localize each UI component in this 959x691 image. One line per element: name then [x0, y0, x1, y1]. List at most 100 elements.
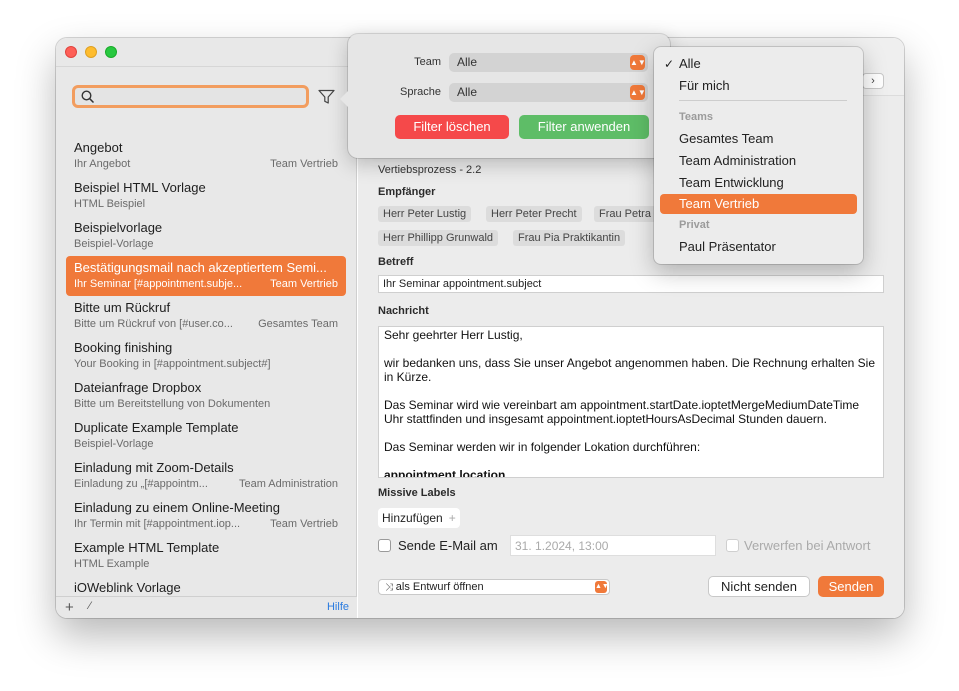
shuffle-icon: ⤨ — [385, 582, 396, 593]
list-item[interactable]: Beispiel HTML Vorlage HTML Beispiel — [66, 176, 346, 216]
recipient-chip[interactable]: Herr Phillipp Grunwald — [378, 230, 499, 246]
zoom-window-button[interactable] — [105, 46, 117, 58]
list-item[interactable]: Einladung mit Zoom-Details Einladung zu … — [66, 456, 346, 496]
list-item-team: Team Vertrieb — [270, 158, 338, 170]
recipient-chip[interactable]: Herr Peter Precht — [486, 206, 582, 222]
list-item[interactable]: Example HTML Template HTML Example — [66, 536, 346, 576]
menu-item-fuer-mich[interactable]: Für mich — [660, 76, 857, 96]
search-icon — [81, 90, 95, 107]
menu-item-team-administration[interactable]: Team Administration — [660, 151, 857, 171]
filter-icon[interactable] — [318, 89, 335, 108]
list-item[interactable]: Einladung zu einem Online-Meeting Ihr Te… — [66, 496, 346, 536]
menu-item-paul-praesentator[interactable]: Paul Präsentator — [660, 237, 857, 257]
discard-on-reply-label: Verwerfen bei Antwort — [744, 538, 871, 553]
menu-item-team-vertrieb[interactable]: Team Vertrieb — [660, 194, 857, 214]
list-item-subtitle: HTML Beispiel — [74, 198, 146, 210]
list-item-subtitle: Your Booking in [#appointment.subject#] — [74, 358, 271, 370]
list-item-title: Einladung mit Zoom-Details — [74, 460, 234, 475]
list-item[interactable]: Booking finishing Your Booking in [#appo… — [66, 336, 346, 376]
list-item-team: Team Administration — [238, 478, 338, 490]
add-label-button[interactable]: Hinzufügen + — [378, 508, 460, 528]
dont-send-button[interactable]: Nicht senden — [708, 576, 810, 597]
list-item-selected[interactable]: Bestätigungsmail nach akzeptiertem Semi.… — [66, 256, 346, 296]
subject-label: Betreff — [378, 256, 414, 268]
list-item[interactable]: Beispielvorlage Beispiel-Vorlage — [66, 216, 346, 256]
apply-filter-button[interactable]: Filter anwenden — [519, 115, 649, 139]
menu-header-privat: Privat — [679, 219, 710, 231]
template-list: Angebot Ihr Angebot Team Vertrieb Beispi… — [56, 136, 357, 596]
sidebar: Angebot Ihr Angebot Team Vertrieb Beispi… — [56, 38, 357, 618]
list-item-title: Bitte um Rückruf — [74, 300, 171, 315]
message-line: Das Seminar werden wir in folgender Loka… — [384, 440, 701, 454]
list-item[interactable]: Dateianfrage Dropbox Bitte um Bereitstel… — [66, 376, 346, 416]
filter-popover: Team Alle ▲▼ Sprache Alle ▲▼ Filter lösc… — [340, 34, 670, 158]
team-filter-label: Team — [414, 56, 441, 68]
list-item-team: Gesamtes Team — [258, 318, 338, 330]
list-item-subtitle: HTML Example — [74, 558, 150, 570]
list-item-subtitle: Ihr Seminar [#appointment.subje... — [74, 278, 243, 290]
send-email-checkbox[interactable] — [378, 539, 391, 552]
list-item-title: Booking finishing — [74, 340, 173, 355]
list-item-title: Beispiel HTML Vorlage — [74, 180, 206, 195]
team-filter-value: Alle — [457, 55, 478, 69]
list-item[interactable]: Bitte um Rückruf Bitte um Rückruf von [#… — [66, 296, 346, 336]
search-input[interactable] — [72, 85, 309, 108]
list-item-title: Dateianfrage Dropbox — [74, 380, 202, 395]
labels-label: Missive Labels — [378, 487, 456, 499]
subject-field[interactable]: Ihr Seminar appointment.subject — [378, 275, 884, 293]
help-link[interactable]: Hilfe — [327, 601, 349, 613]
language-filter-select[interactable]: Alle ▲▼ — [449, 83, 648, 102]
clear-filter-button[interactable]: Filter löschen — [395, 115, 509, 139]
open-as-select[interactable]: ⤨ als Entwurf öffnen ▲▼ — [378, 579, 610, 595]
team-dropdown-menu: ✓ Alle Für mich Teams Gesamtes Team Team … — [654, 47, 863, 264]
list-item[interactable]: Angebot Ihr Angebot Team Vertrieb — [66, 136, 346, 176]
list-item-title: Example HTML Template — [74, 540, 220, 555]
list-item-title: Einladung zu einem Online-Meeting — [74, 500, 280, 515]
list-item-title: Bestätigungsmail nach akzeptiertem Semi.… — [74, 260, 327, 275]
list-item-title: Angebot — [74, 140, 123, 155]
team-filter-select[interactable]: Alle ▲▼ — [449, 53, 648, 72]
recipient-chip[interactable]: Frau Pia Praktikantin — [513, 230, 626, 246]
process-name: Vertiebsprozess - 2.2 — [378, 164, 482, 176]
recipients-label: Empfänger — [378, 186, 436, 198]
list-item-subtitle: Einladung zu „[#appointm... — [74, 478, 208, 490]
list-item-title: Beispielvorlage — [74, 220, 163, 235]
add-template-button[interactable]: + — [65, 599, 74, 616]
chevron-updown-icon: ▲▼ — [595, 581, 609, 593]
message-line: Das Seminar wird wie vereinbart am appoi… — [384, 398, 860, 426]
close-window-button[interactable] — [65, 46, 77, 58]
sidebar-footer: + ⁄ Hilfe — [56, 596, 357, 618]
menu-header-teams: Teams — [679, 111, 714, 123]
list-item-team: Team Vertrieb — [270, 278, 338, 290]
titlebar-divider — [56, 66, 357, 67]
list-item-subtitle: Bitte um Rückruf von [#user.co... — [74, 318, 233, 330]
message-line: wir bedanken uns, dass Sie unser Angebot… — [384, 356, 875, 384]
message-line: appointment.location — [384, 468, 506, 478]
recipient-chip[interactable]: Frau Petra — [594, 206, 656, 222]
send-email-label: Sende E-Mail am — [398, 538, 498, 553]
chevron-right-icon[interactable]: › — [862, 73, 884, 89]
menu-item-gesamtes-team[interactable]: Gesamtes Team — [660, 129, 857, 149]
add-label-text: Hinzufügen — [382, 511, 443, 525]
popover-arrow — [340, 90, 349, 108]
message-body[interactable]: Sehr geehrter Herr Lustig, wir bedanken … — [378, 326, 884, 478]
send-date-field[interactable]: 31. 1.2024, 13:00 — [510, 535, 716, 556]
language-filter-label: Sprache — [400, 86, 441, 98]
discard-on-reply-checkbox[interactable] — [726, 539, 739, 552]
message-label: Nachricht — [378, 305, 429, 317]
edit-template-button[interactable]: ⁄ — [89, 600, 91, 612]
menu-item-alle[interactable]: ✓ Alle — [660, 54, 857, 74]
list-item[interactable]: Duplicate Example Template Beispiel-Vorl… — [66, 416, 346, 456]
chevron-updown-icon: ▲▼ — [630, 55, 646, 70]
language-filter-value: Alle — [457, 85, 478, 99]
list-item-subtitle: Bitte um Bereitstellung von Dokumenten — [74, 398, 271, 410]
list-item-subtitle: Ihr Angebot — [74, 158, 131, 170]
list-item-title: Duplicate Example Template — [74, 420, 239, 435]
minimize-window-button[interactable] — [85, 46, 97, 58]
menu-item-team-entwicklung[interactable]: Team Entwicklung — [660, 173, 857, 193]
list-item[interactable]: iOWeblink Vorlage — [66, 576, 346, 596]
message-line: Sehr geehrter Herr Lustig, — [384, 328, 523, 342]
recipient-chip[interactable]: Herr Peter Lustig — [378, 206, 472, 222]
list-item-subtitle: Beispiel-Vorlage — [74, 438, 154, 450]
send-button[interactable]: Senden — [818, 576, 884, 597]
